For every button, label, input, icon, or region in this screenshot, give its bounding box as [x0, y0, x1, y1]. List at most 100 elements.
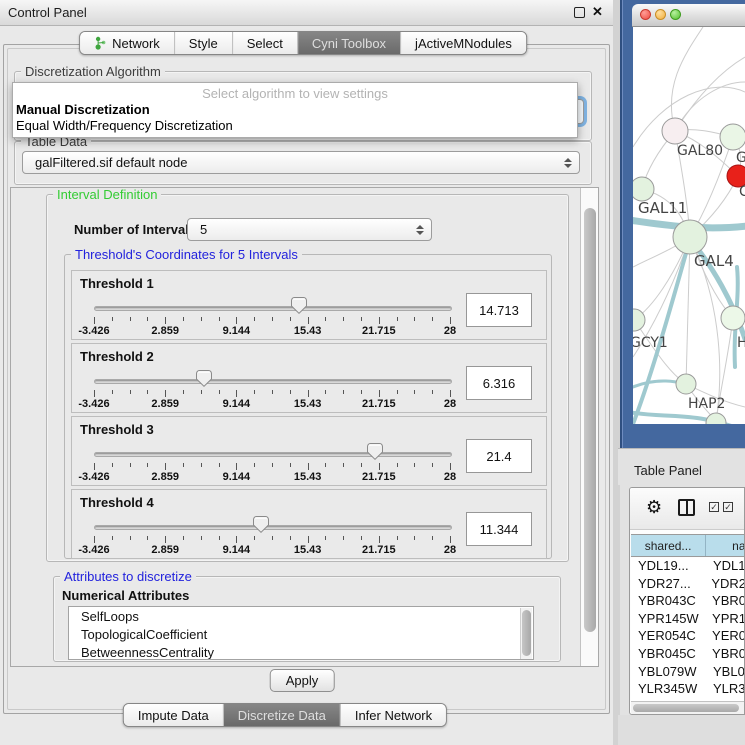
- table-scrollbar-thumb[interactable]: [633, 704, 739, 712]
- table-row[interactable]: YDL19...YDL1: [631, 558, 745, 576]
- HAP2-node[interactable]: [676, 374, 696, 394]
- threshold-4-slider-thumb[interactable]: [253, 516, 269, 533]
- table-row[interactable]: YLR345WYLR3: [631, 681, 745, 699]
- tick: [308, 317, 309, 324]
- tick: [236, 536, 237, 543]
- tick: [308, 463, 309, 470]
- tick: [308, 390, 309, 397]
- mac-close-icon[interactable]: [640, 9, 651, 20]
- root: Control Panel ✕ NetworkStyleSelectCyni T…: [0, 0, 745, 745]
- tick: [450, 317, 451, 324]
- table-row[interactable]: YBL079WYBL0: [631, 664, 745, 682]
- tick: [94, 536, 95, 543]
- threshold-3-slider[interactable]: [94, 452, 452, 457]
- checkbox-icon[interactable]: ✓: [723, 502, 733, 512]
- threshold-2-slider-thumb[interactable]: [196, 370, 212, 387]
- numerical-attributes-list[interactable]: SelfLoopsTopologicalCoefficientBetweenne…: [68, 606, 534, 660]
- float-window-icon[interactable]: [574, 7, 585, 18]
- settings-scrollbar[interactable]: [580, 188, 599, 666]
- tab-network[interactable]: Network: [80, 32, 174, 54]
- table-row[interactable]: YBR045CYBR0: [631, 646, 745, 664]
- tick: [414, 463, 415, 467]
- tick: [112, 463, 113, 467]
- attribute-item[interactable]: TopologicalCoefficient: [81, 627, 207, 645]
- tab-infer-network[interactable]: Infer Network: [340, 704, 446, 726]
- tab-style[interactable]: Style: [174, 32, 232, 54]
- tick: [290, 390, 291, 394]
- GA-node[interactable]: [720, 124, 745, 150]
- tick: [94, 390, 95, 397]
- column-header-name[interactable]: na...: [706, 535, 745, 556]
- attributes-to-discretize-group: Attributes to discretize Numerical Attri…: [53, 576, 561, 662]
- network-edge[interactable]: [686, 237, 690, 384]
- network-edge[interactable]: [634, 320, 686, 384]
- network-edge[interactable]: [675, 57, 745, 131]
- tick: [236, 317, 237, 324]
- threshold-3-value-field[interactable]: 21.4: [466, 439, 532, 473]
- tick: [325, 463, 326, 467]
- tick: [201, 390, 202, 394]
- threshold-1-slider-thumb[interactable]: [291, 297, 307, 314]
- threshold-2-value-field[interactable]: 6.316: [466, 366, 532, 400]
- H-node[interactable]: [721, 306, 745, 330]
- threshold-4-slider[interactable]: [94, 525, 452, 530]
- gear-icon[interactable]: ⚙: [646, 497, 662, 517]
- tick-label: 21.715: [362, 325, 396, 337]
- mac-minimize-icon[interactable]: [655, 9, 666, 20]
- threshold-1-value-field[interactable]: 14.713: [466, 293, 532, 327]
- popup-item-manual-discretization[interactable]: Manual Discretization: [16, 102, 150, 117]
- network-edge[interactable]: [671, 27, 703, 131]
- table-row[interactable]: YPR145WYPR1: [631, 611, 745, 629]
- HAP2-node-label: HAP2: [688, 396, 725, 412]
- tick-label: 2.859: [151, 398, 179, 410]
- tick: [254, 536, 255, 540]
- table-data-combobox[interactable]: galFiltered.sif default node: [22, 151, 580, 174]
- network-edge-thick[interactable]: [633, 412, 745, 424]
- threshold-row-1: Threshold 1-3.4262.8599.14415.4321.71528…: [71, 270, 547, 340]
- tick: [201, 317, 202, 321]
- number-of-intervals-combobox[interactable]: 5: [187, 218, 432, 241]
- numerical-attributes-label: Numerical Attributes: [62, 588, 189, 603]
- attributes-scrollbar[interactable]: [520, 608, 532, 660]
- tab-jactivemnodules[interactable]: jActiveMNodules: [400, 32, 526, 54]
- settings-scrollbar-thumb[interactable]: [584, 208, 596, 632]
- tick: [254, 390, 255, 394]
- tick-label: -3.426: [78, 398, 109, 410]
- GAL11-node[interactable]: [633, 177, 654, 201]
- table-row[interactable]: YDR27...YDR2: [631, 576, 745, 594]
- tick: [325, 536, 326, 540]
- tick: [183, 317, 184, 321]
- tick: [147, 463, 148, 467]
- table-row[interactable]: YER054CYER0: [631, 628, 745, 646]
- tab-cyni-toolbox[interactable]: Cyni Toolbox: [297, 32, 400, 54]
- tab-select[interactable]: Select: [232, 32, 297, 54]
- tab-impute-data[interactable]: Impute Data: [124, 704, 223, 726]
- bottom-node[interactable]: [706, 413, 726, 424]
- mac-zoom-icon[interactable]: [670, 9, 681, 20]
- table-row[interactable]: YBR043CYBR0: [631, 593, 745, 611]
- tab-discretize-data[interactable]: Discretize Data: [223, 704, 340, 726]
- table-horizontal-scrollbar[interactable]: [631, 701, 745, 714]
- GAL80-node[interactable]: [662, 118, 688, 144]
- threshold-3-slider-thumb[interactable]: [367, 443, 383, 460]
- attribute-item[interactable]: SelfLoops: [81, 609, 139, 627]
- top-tab-bar: NetworkStyleSelectCyni ToolboxjActiveMNo…: [79, 31, 527, 55]
- network-canvas[interactable]: GAL80GACGAL11GAL4GCY1HHAP2: [633, 27, 745, 424]
- columns-icon[interactable]: [678, 499, 695, 516]
- threshold-4-value-field[interactable]: 11.344: [466, 512, 532, 546]
- cell-name: YER0: [706, 628, 745, 646]
- attribute-item[interactable]: BetweennessCentrality: [81, 645, 214, 660]
- threshold-1-slider[interactable]: [94, 306, 452, 311]
- popup-item-equal-width-frequency[interactable]: Equal Width/Frequency Discretization: [16, 118, 233, 133]
- apply-button[interactable]: Apply: [270, 669, 335, 692]
- close-icon[interactable]: ✕: [592, 6, 603, 18]
- threshold-label: Threshold 2: [80, 349, 154, 364]
- tick: [201, 536, 202, 540]
- checkbox-icon[interactable]: ✓: [709, 502, 719, 512]
- tick: [94, 463, 95, 470]
- GAL4-node[interactable]: [673, 220, 707, 254]
- threshold-2-slider[interactable]: [94, 379, 452, 384]
- attributes-scrollbar-thumb[interactable]: [522, 610, 531, 656]
- column-header-shared-name[interactable]: shared...: [631, 535, 706, 556]
- tick: [254, 463, 255, 467]
